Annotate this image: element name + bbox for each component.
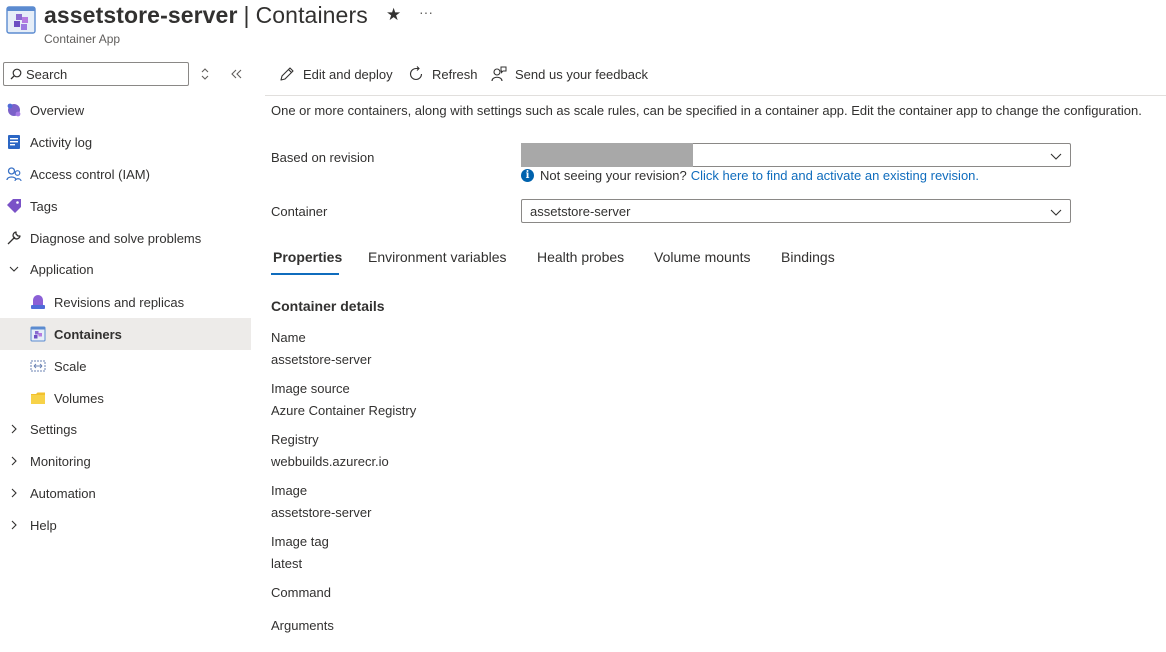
sidebar-item-label: Application [30,261,94,277]
revision-dropdown[interactable] [521,143,1071,167]
sidebar-item-label: Settings [30,421,77,437]
detail-label-image: Image [271,483,308,498]
sidebar-item-label: Tags [30,198,58,214]
sidebar-item-label: Diagnose and solve problems [30,230,202,246]
active-tab-indicator [271,273,339,275]
sidebar-item-label: Volumes [54,390,104,406]
sidebar-group-help[interactable]: Help [0,510,251,540]
sidebar-item-label: Activity log [30,134,93,150]
refresh-button[interactable]: Refresh [408,66,478,82]
blade-name: Containers [255,2,368,28]
sidebar-item-overview[interactable]: Overview [0,95,251,125]
detail-value-image: assetstore-server [271,505,372,520]
search-input[interactable] [26,66,176,82]
revision-hint: i Not seeing your revision? Click here t… [521,168,979,183]
star-icon[interactable]: ★ [386,5,401,25]
info-icon: i [521,169,534,182]
detail-label-name: Name [271,330,306,345]
feedback-button[interactable]: Send us your feedback [491,66,648,82]
sidebar-item-label: Scale [54,358,87,374]
wrench-icon [6,230,22,246]
activity-log-icon [6,134,22,150]
sidebar-item-activity-log[interactable]: Activity log [0,127,251,157]
detail-value-image-source: Azure Container Registry [271,403,417,418]
chevron-down-icon [1050,153,1062,160]
refresh-icon [409,66,423,81]
sidebar-item-diagnose[interactable]: Diagnose and solve problems [0,223,251,253]
page-subtitle: Container App [44,32,121,46]
container-app-icon [6,4,36,36]
container-value: assetstore-server [530,203,631,219]
sidebar-item-revisions[interactable]: Revisions and replicas [0,287,251,317]
sidebar-group-settings[interactable]: Settings [0,414,251,444]
detail-value-registry: webbuilds.azurecr.io [271,454,389,469]
resource-name: assetstore-server [44,2,238,28]
overview-icon [6,102,22,118]
iam-icon [6,166,22,182]
sidebar-item-label: Monitoring [30,453,91,469]
detail-label-registry: Registry [271,432,319,447]
container-dropdown[interactable]: assetstore-server [521,199,1071,223]
sidebar-item-containers[interactable]: Containers [0,318,251,350]
page-title: assetstore-server | Containers [44,2,368,29]
pencil-icon [280,67,294,81]
revisions-icon [30,294,46,310]
activate-revision-link[interactable]: Click here to find and activate an exist… [691,168,979,183]
scale-icon [30,358,46,374]
sidebar-item-label: Access control (IAM) [30,166,150,182]
detail-label-arguments: Arguments [271,618,334,633]
sidebar-item-volumes[interactable]: Volumes [0,383,251,413]
tab-bindings[interactable]: Bindings [781,249,835,265]
detail-label-command: Command [271,585,331,600]
edit-deploy-label: Edit and deploy [303,66,393,82]
tab-health-probes[interactable]: Health probes [537,249,624,265]
edit-deploy-button[interactable]: Edit and deploy [279,66,393,82]
page-description: One or more containers, along with setti… [271,103,1142,118]
sidebar-group-application[interactable]: Application [0,254,251,284]
sidebar-item-label: Overview [30,102,85,118]
sort-updown-icon[interactable] [199,66,211,82]
sidebar-item-label: Help [30,517,57,533]
detail-label-image-tag: Image tag [271,534,329,549]
sidebar-group-automation[interactable]: Automation [0,478,251,508]
revision-hint-text: Not seeing your revision? [540,168,687,183]
chevron-right-icon [6,485,22,501]
sidebar-search[interactable] [3,62,189,86]
containers-icon [30,326,46,342]
container-label: Container [271,204,328,219]
refresh-label: Refresh [432,66,478,82]
revision-label: Based on revision [271,150,375,165]
search-icon [10,68,22,80]
tab-environment-variables[interactable]: Environment variables [368,249,507,265]
sidebar-item-tags[interactable]: Tags [0,191,251,221]
detail-label-image-source: Image source [271,381,350,396]
chevron-right-icon [6,517,22,533]
chevron-right-icon [6,453,22,469]
feedback-label: Send us your feedback [515,66,648,82]
chevron-right-icon [6,421,22,437]
feedback-icon [491,66,507,82]
folder-icon [30,390,46,406]
sidebar-item-label: Containers [54,326,122,342]
sidebar-item-label: Automation [30,485,96,501]
sidebar-group-monitoring[interactable]: Monitoring [0,446,251,476]
toolbar-divider [265,95,1166,96]
title-separator: | [243,2,250,28]
sidebar-item-scale[interactable]: Scale [0,351,251,381]
tab-properties[interactable]: Properties [273,249,342,265]
more-icon[interactable]: ··· [419,4,433,20]
section-heading: Container details [271,298,385,314]
chevron-down-icon [1050,209,1062,216]
redacted-revision-value [521,143,693,167]
detail-value-image-tag: latest [271,556,303,571]
tab-volume-mounts[interactable]: Volume mounts [654,249,751,265]
collapse-sidebar-icon[interactable] [229,67,243,81]
sidebar-item-label: Revisions and replicas [54,294,185,310]
detail-value-name: assetstore-server [271,352,372,367]
chevron-down-icon [6,261,22,277]
tag-icon [6,198,22,214]
sidebar-item-access-control[interactable]: Access control (IAM) [0,159,251,189]
